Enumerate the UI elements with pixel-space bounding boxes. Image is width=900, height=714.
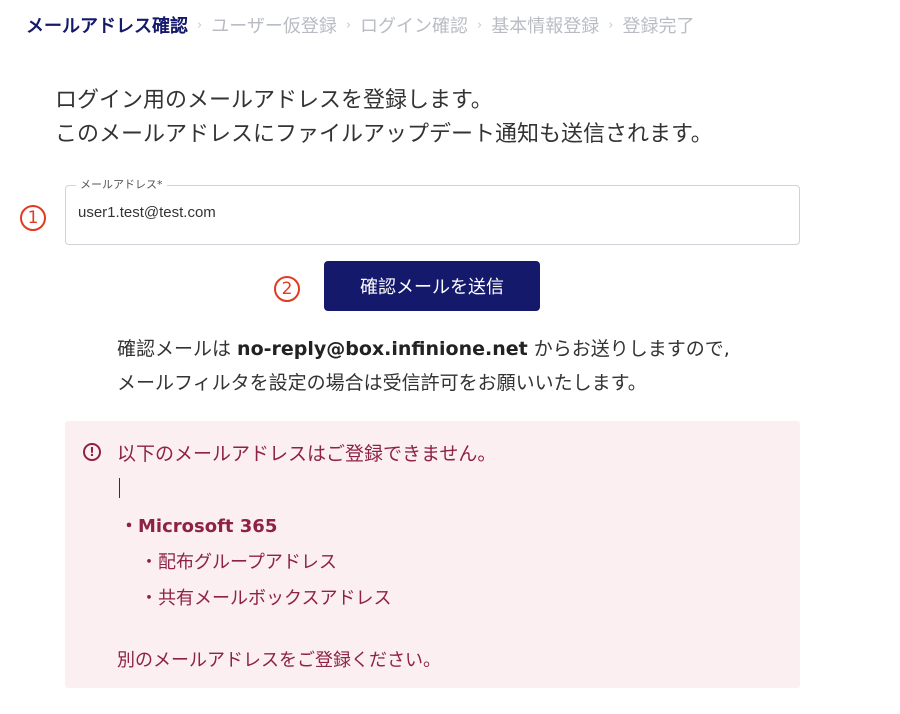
list-item-shared-mailbox: ・共有メールボックスアドレス [140,588,392,609]
sender-address: no-reply@box.infinione.net [237,338,528,360]
breadcrumb-step-basic-info: 基本情報登録 [491,16,600,37]
breadcrumb-step-login-confirm: ログイン確認 [360,16,469,37]
sender-note-line-1: 確認メールは no-reply@box.infinione.net からお送りし… [117,332,730,366]
circled-number-2: 2 [274,276,300,302]
intro-line-2: このメールアドレスにファイルアップデート通知も送信されます。 [55,122,713,147]
list-item-distribution-group: ・配布グループアドレス [140,552,337,573]
send-confirmation-email-button[interactable]: 確認メールを送信 [324,261,540,311]
chevron-right-icon: › [197,17,203,33]
alert-title: 以下のメールアドレスはご登録できません。 [117,443,497,465]
warning-alert: ! 以下のメールアドレスはご登録できません。 ・Microsoft 365 ・配… [65,421,800,688]
text-cursor [119,478,120,498]
alert-footer: 別のメールアドレスをご登録ください。 [117,650,441,671]
exclamation-circle-icon: ! [83,443,101,461]
breadcrumb-step-email-confirm: メールアドレス確認 [26,16,188,37]
breadcrumb-step-complete: 登録完了 [622,16,695,37]
intro-line-1: ログイン用のメールアドレスを登録します。 [55,88,493,113]
circled-number-1: 1 [20,205,46,231]
chevron-right-icon: › [345,17,352,33]
step-marker-1: 1 [20,202,46,231]
breadcrumb: メールアドレス確認 › ユーザー仮登録 › ログイン確認 › 基本情報登録 › … [26,12,694,38]
email-field-label: メールアドレス* [76,177,167,193]
breadcrumb-step-user-provisional: ユーザー仮登録 [211,16,337,37]
sender-note-prefix: 確認メールは [117,338,238,360]
email-field[interactable]: メールアドレス* [65,177,800,245]
sender-note-line-2: メールフィルタを設定の場合は受信許可をお願いいたします。 [117,372,647,394]
chevron-right-icon: › [477,17,483,33]
email-input[interactable] [78,204,778,221]
sender-note: 確認メールは no-reply@box.infinione.net からお送りし… [117,332,730,400]
step-marker-2: 2 [274,273,300,302]
intro-text: ログイン用のメールアドレスを登録します。 このメールアドレスにファイルアップデー… [55,84,713,152]
list-item-microsoft-365: ・Microsoft 365 [120,516,278,537]
sender-note-suffix: からお送りしますので, [527,338,730,360]
chevron-right-icon: › [608,17,614,33]
disallowed-address-list: ・Microsoft 365 ・配布グループアドレス ・共有メールボックスアドレ… [120,509,391,617]
